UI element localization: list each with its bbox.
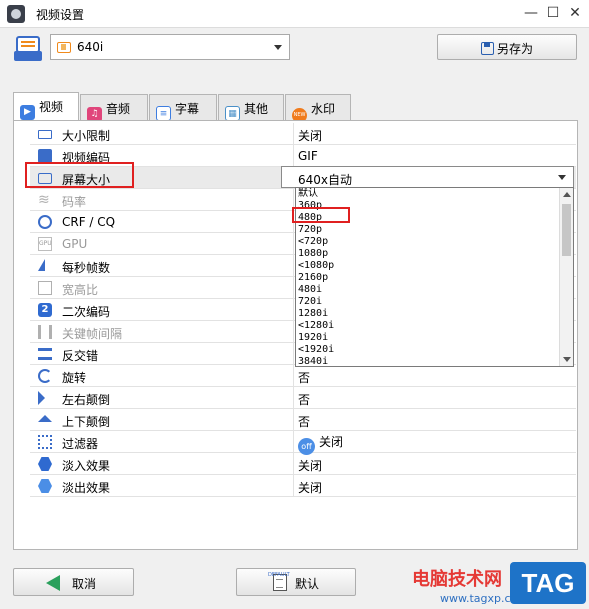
chevron-down-icon	[274, 45, 282, 50]
keyframe-icon	[38, 325, 52, 339]
fade-out-icon	[38, 479, 52, 493]
preset-select[interactable]: 640i	[50, 34, 290, 60]
gear-icon	[38, 215, 52, 229]
scroll-thumb[interactable]	[562, 204, 571, 256]
setting-value: 关闭	[298, 459, 323, 473]
filter-icon	[38, 435, 52, 449]
setting-row-size-limit[interactable]: 大小限制 关闭	[30, 123, 576, 145]
dropdown-option[interactable]: 1920i	[298, 332, 328, 343]
tab-audio[interactable]: ♫ 音频	[80, 94, 148, 122]
title-bar: 视频设置 — ☐ ✕	[0, 0, 589, 28]
setting-value: 否	[298, 393, 311, 407]
dropdown-option[interactable]: 2160p	[298, 272, 328, 283]
default-button[interactable]: DEFAULT 默认	[236, 568, 356, 596]
default-icon-caption: DEFAULT	[268, 572, 290, 578]
app-icon	[7, 5, 25, 23]
other-tab-icon: ▦	[225, 106, 240, 121]
setting-value: 关闭	[298, 481, 323, 495]
chip-icon	[38, 149, 52, 163]
window-title: 视频设置	[36, 8, 85, 22]
aspect-icon	[38, 281, 52, 295]
watermark-logo: TAG	[510, 562, 586, 604]
screen-size-select[interactable]: 640x自动	[281, 166, 574, 188]
dropdown-option[interactable]: <1080p	[298, 260, 334, 271]
subtitle-tab-icon: ≡	[156, 106, 171, 121]
screen-size-dropdown: 默认 360p 480p 720p <720p 1080p <1080p 216…	[295, 187, 574, 367]
dropdown-option[interactable]: <1280i	[298, 320, 334, 331]
cancel-button[interactable]: 取消	[13, 568, 134, 596]
film-icon	[57, 42, 71, 53]
dropdown-option[interactable]: 360p	[298, 200, 322, 211]
setting-value: 关闭	[319, 435, 344, 449]
maximize-button[interactable]: ☐	[542, 3, 564, 23]
rotate-icon	[38, 369, 52, 383]
dropdown-option[interactable]: 3840i	[298, 356, 328, 366]
watermark-site: 电脑技术网	[412, 569, 502, 590]
setting-row-fade-in[interactable]: 淡入效果 关闭	[30, 453, 576, 475]
flip-vertical-icon	[38, 415, 52, 422]
dropdown-option[interactable]: 1280i	[298, 308, 328, 319]
tab-video[interactable]: ▶ 视频	[13, 92, 79, 121]
ruler-icon	[38, 130, 52, 139]
screen-size-value: 640x自动	[298, 173, 353, 187]
fade-in-icon	[38, 457, 52, 471]
setting-value: GIF	[298, 149, 318, 163]
video-tab-icon: ▶	[20, 105, 35, 120]
dropdown-option[interactable]: 1080p	[298, 248, 328, 259]
setting-row-flip-horizontal[interactable]: 左右颠倒 否	[30, 387, 576, 409]
close-button[interactable]: ✕	[564, 3, 586, 23]
back-arrow-icon	[46, 575, 60, 591]
default-label: 默认	[295, 577, 320, 591]
dropdown-option[interactable]: 720p	[298, 224, 322, 235]
chevron-down-icon	[558, 175, 566, 180]
setting-value: 否	[298, 415, 311, 429]
wave-icon: ≋	[38, 192, 50, 208]
preset-icon	[14, 36, 42, 61]
scroll-up-icon[interactable]	[563, 192, 571, 197]
dropdown-option-highlighted[interactable]: 480p	[298, 212, 322, 223]
save-as-label: 另存为	[496, 42, 533, 56]
dropdown-option[interactable]: <720p	[298, 236, 328, 247]
minimize-button[interactable]: —	[520, 3, 542, 23]
setting-row-rotate[interactable]: 旋转 否	[30, 365, 576, 387]
flip-horizontal-icon	[38, 391, 45, 405]
tab-subtitle[interactable]: ≡ 字幕	[149, 94, 217, 121]
setting-row-filter[interactable]: 过滤器 off 关闭	[30, 431, 576, 455]
setting-row-fade-out[interactable]: 淡出效果 关闭	[30, 475, 576, 497]
setting-row-video-codec[interactable]: 视频编码 GIF	[30, 145, 576, 167]
dropdown-scrollbar[interactable]	[559, 188, 573, 366]
scroll-down-icon[interactable]	[563, 357, 571, 362]
deinterlace-icon	[38, 348, 52, 360]
speed-icon	[38, 259, 45, 271]
two-pass-icon: 2	[38, 303, 52, 317]
setting-row-flip-vertical[interactable]: 上下颠倒 否	[30, 409, 576, 431]
dropdown-option[interactable]: 480i	[298, 284, 322, 295]
floppy-icon	[480, 42, 494, 55]
preset-value: 640i	[77, 40, 104, 54]
setting-value: 否	[298, 371, 311, 385]
screen-icon	[38, 173, 52, 184]
dropdown-option[interactable]: 默认	[298, 188, 318, 199]
gpu-icon: GPU	[38, 237, 52, 251]
cancel-label: 取消	[72, 577, 97, 591]
setting-value: 关闭	[298, 129, 323, 143]
tab-other[interactable]: ▦ 其他	[218, 94, 284, 121]
tab-watermark[interactable]: NEW 水印	[285, 94, 351, 123]
dropdown-option[interactable]: <1920i	[298, 344, 334, 355]
save-as-button[interactable]: 另存为	[437, 34, 577, 60]
dropdown-option[interactable]: 720i	[298, 296, 322, 307]
